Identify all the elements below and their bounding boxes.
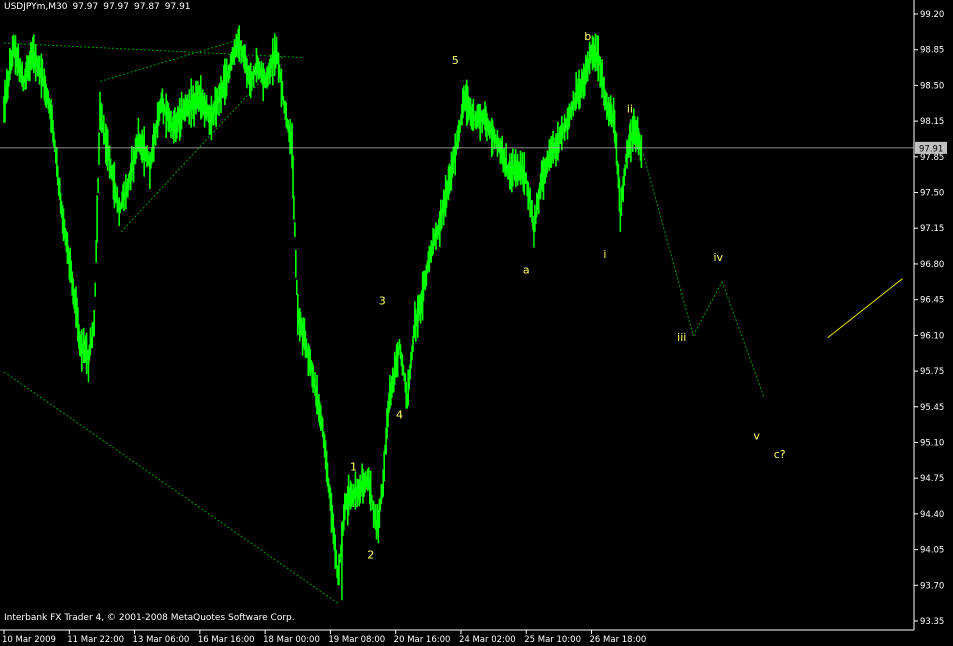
ohlc-high: 97.97 <box>103 2 129 12</box>
trendline[interactable] <box>3 42 304 59</box>
wave-label: 2 <box>367 549 374 562</box>
wave-label: a <box>523 263 530 276</box>
y-tick-label: 93.35 <box>920 617 944 627</box>
y-tick-label: 98.85 <box>920 46 944 56</box>
ohlc-close: 97.91 <box>164 2 191 12</box>
projection-line[interactable] <box>692 281 723 336</box>
x-tick-label: 25 Mar 10:00 <box>524 635 581 645</box>
y-axis-ticks: 99.2098.8598.5098.1597.8597.5097.1596.80… <box>914 10 944 627</box>
y-tick-label: 93.70 <box>920 581 944 591</box>
trendline[interactable] <box>120 55 285 233</box>
y-tick-label: 94.05 <box>920 546 944 556</box>
y-tick-label: 95.10 <box>920 438 944 448</box>
y-tick-label: 96.80 <box>920 260 944 270</box>
chart-header: USDJPYm,M30 97.97 97.97 97.87 97.91 <box>4 2 196 12</box>
wave-label: 5 <box>452 54 459 67</box>
y-tick-label: 97.50 <box>920 189 944 199</box>
ohlc-low: 97.87 <box>134 2 160 12</box>
y-tick-label: 98.50 <box>920 81 944 91</box>
wave-label: c? <box>774 448 786 461</box>
yellow-trendline[interactable] <box>827 278 903 339</box>
y-tick-label: 99.20 <box>920 10 944 20</box>
x-tick-label: 16 Mar 16:00 <box>198 635 255 645</box>
y-tick-label: 94.40 <box>920 510 944 520</box>
symbol-label: USDJPYm,M30 <box>4 2 68 12</box>
price-chart[interactable]: 12345abiiiiiiivvc? 99.2098.8598.5098.159… <box>0 0 953 646</box>
x-tick-label: 26 Mar 18:00 <box>590 635 647 645</box>
projection-layer <box>642 153 903 399</box>
wave-label: iii <box>677 331 686 344</box>
projection-line[interactable] <box>721 281 765 399</box>
y-tick-label: 96.10 <box>920 331 944 341</box>
chart-window[interactable]: 1 2 3 4 5 a b ii i iii iv v c? 99.20 98.85 98.50 98.15 9… <box>0 0 953 646</box>
y-tick-label: 95.45 <box>920 403 944 413</box>
x-tick-label: 11 Mar 22:00 <box>67 635 124 645</box>
copyright-text: Interbank FX Trader 4, © 2001-2008 MetaQ… <box>4 613 295 623</box>
x-axis-ticks: 10 Mar 2009 11 Mar 22:00 13 Mar 06:00 16 Ma… <box>2 630 646 645</box>
price-series-layer <box>3 25 643 601</box>
wave-label: b <box>584 30 591 43</box>
current-price-marker: 97.91 <box>915 141 947 154</box>
y-tick-label: 97.15 <box>920 224 944 234</box>
wave-label: v <box>753 429 760 442</box>
x-tick-label: 20 Mar 16:00 <box>394 635 451 645</box>
projection-line[interactable] <box>642 153 694 336</box>
y-tick-label: 96.45 <box>920 296 944 306</box>
wave-label: i <box>603 248 606 261</box>
trendline[interactable] <box>3 371 339 604</box>
x-tick-label: 19 Mar 08:00 <box>328 635 385 645</box>
wave-label: 3 <box>379 295 386 308</box>
wave-label: 1 <box>350 461 357 474</box>
x-tick-label: 24 Mar 02:00 <box>459 635 516 645</box>
y-tick-label: 95.75 <box>920 367 944 377</box>
x-tick-label: 10 Mar 2009 <box>2 635 56 645</box>
wave-label: ii <box>627 103 633 116</box>
wave-label: iv <box>713 251 723 264</box>
wave-label: 4 <box>396 409 403 422</box>
ohlc-open: 97.97 <box>72 2 99 12</box>
trendline[interactable] <box>99 39 239 82</box>
y-tick-label: 98.15 <box>920 117 944 127</box>
axes-layer <box>0 0 915 631</box>
y-tick-label: 94.75 <box>920 474 944 484</box>
x-tick-label: 18 Mar 00:00 <box>263 635 320 645</box>
x-tick-label: 13 Mar 06:00 <box>133 635 190 645</box>
current-price-label: 97.91 <box>919 144 943 154</box>
